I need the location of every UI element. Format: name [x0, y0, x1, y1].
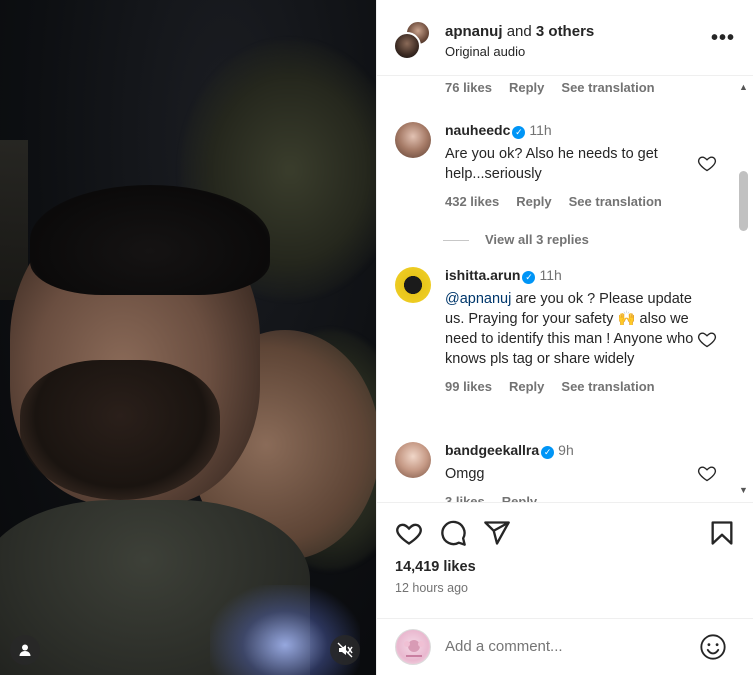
- post-header: apnanuj and 3 others Original audio •••: [377, 0, 753, 76]
- bookmark-icon[interactable]: [708, 519, 736, 547]
- post-timestamp[interactable]: 12 hours ago: [395, 581, 468, 595]
- user-tags-button[interactable]: [10, 635, 40, 665]
- verified-badge-icon: ✓: [522, 271, 536, 284]
- mention-link[interactable]: @apnanuj: [445, 291, 511, 307]
- see-translation-button[interactable]: See translation: [561, 80, 654, 95]
- current-user-avatar: [395, 629, 431, 665]
- post-authors: apnanuj and 3 others: [445, 23, 594, 40]
- comment-like-icon[interactable]: [697, 463, 717, 483]
- add-comment-input[interactable]: [445, 638, 675, 655]
- avatar[interactable]: [395, 442, 431, 478]
- post-side-panel: apnanuj and 3 others Original audio ••• …: [376, 0, 753, 675]
- verified-badge-icon: ✓: [512, 126, 526, 139]
- audio-link[interactable]: Original audio: [445, 44, 525, 59]
- comments-list[interactable]: 76 likes Reply See translation nauheedc ✓ 11…: [377, 76, 753, 502]
- comment-username[interactable]: bandgeekallra: [445, 442, 539, 458]
- smiley-icon[interactable]: [699, 633, 727, 661]
- like-count[interactable]: 14,419 likes: [395, 559, 476, 575]
- scroll-up-arrow-icon[interactable]: ▲: [739, 82, 748, 92]
- scroll-down-arrow-icon[interactable]: ▼: [739, 485, 748, 495]
- reply-button[interactable]: Reply: [509, 80, 544, 95]
- post-actions: 14,419 likes 12 hours ago: [377, 502, 753, 618]
- verified-badge-icon: ✓: [541, 446, 555, 459]
- view-replies-button[interactable]: View all 3 replies: [443, 232, 589, 247]
- author-avatars[interactable]: [393, 20, 433, 60]
- see-translation-button[interactable]: See translation: [569, 194, 662, 209]
- mute-button[interactable]: [330, 635, 360, 665]
- comment-likes[interactable]: 76 likes: [445, 80, 492, 95]
- comment-text: @apnanuj are you ok ? Please update us. …: [445, 289, 695, 369]
- comment-username[interactable]: nauheedc: [445, 122, 510, 138]
- person-icon: [19, 644, 31, 656]
- comment-text: Omgg: [445, 466, 485, 482]
- comment-time[interactable]: 11h: [529, 122, 551, 138]
- comment-like-icon[interactable]: [697, 153, 717, 173]
- reply-button[interactable]: Reply: [502, 494, 537, 502]
- see-translation-button[interactable]: See translation: [561, 379, 654, 394]
- comment-likes[interactable]: 99 likes: [445, 379, 492, 394]
- comment-text: Are you ok? Also he needs to get help...…: [445, 146, 658, 182]
- reply-button[interactable]: Reply: [509, 379, 544, 394]
- muted-speaker-icon: [337, 642, 353, 658]
- reply-button[interactable]: Reply: [516, 194, 551, 209]
- comment-likes[interactable]: 432 likes: [445, 194, 499, 209]
- comment-username[interactable]: ishitta.arun: [445, 267, 520, 283]
- reel-video[interactable]: [0, 0, 376, 675]
- comment-time[interactable]: 11h: [539, 267, 561, 283]
- comment-icon[interactable]: [439, 519, 467, 547]
- heart-icon[interactable]: [395, 519, 423, 547]
- others-link[interactable]: 3 others: [536, 23, 594, 40]
- more-options-icon[interactable]: •••: [711, 28, 735, 48]
- author-avatar: [393, 32, 421, 60]
- share-icon[interactable]: [483, 519, 511, 547]
- comment-likes[interactable]: 3 likes: [445, 494, 485, 502]
- comment-time[interactable]: 9h: [558, 442, 574, 458]
- avatar[interactable]: [395, 122, 431, 158]
- comment-like-icon[interactable]: [697, 329, 717, 349]
- author-username[interactable]: apnanuj: [445, 23, 503, 40]
- authors-joiner: and: [506, 23, 532, 40]
- avatar[interactable]: [395, 267, 431, 303]
- scrollbar-thumb[interactable]: [739, 171, 748, 231]
- comment-composer: [377, 618, 753, 675]
